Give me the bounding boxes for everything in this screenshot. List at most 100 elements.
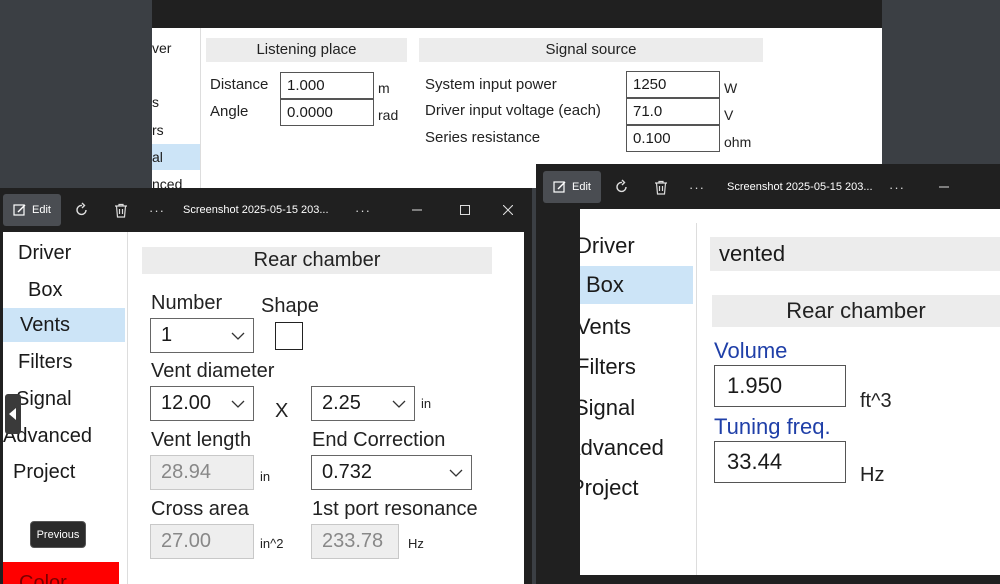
more-options-button[interactable]: ··· xyxy=(139,194,175,226)
chevron-down-icon xyxy=(231,332,245,340)
sidebar-item-vents[interactable]: Vents xyxy=(580,314,631,340)
sidebar-item-box[interactable]: Box xyxy=(580,266,693,304)
chevron-down-icon xyxy=(449,469,463,477)
number-select[interactable]: 1 xyxy=(150,318,254,353)
chevron-left-icon xyxy=(9,408,16,420)
sidebar-item-vents[interactable]: Vents xyxy=(3,308,125,342)
edit-label: Edit xyxy=(32,204,51,216)
title-more-button[interactable]: ··· xyxy=(345,194,381,226)
close-button[interactable] xyxy=(487,194,529,226)
power-label: System input power xyxy=(425,76,557,93)
tuning-freq-label: Tuning freq. xyxy=(714,414,831,439)
sidebar-item-driver[interactable]: ver xyxy=(152,40,200,60)
maximize-button[interactable] xyxy=(443,194,487,226)
close-icon xyxy=(503,205,513,215)
rotate-icon xyxy=(76,202,87,216)
volume-label: Volume xyxy=(714,338,788,363)
shape-label: Shape xyxy=(261,295,319,317)
distance-unit: m xyxy=(378,80,390,96)
rotate-button[interactable] xyxy=(61,194,103,226)
vent-diameter-select[interactable]: 12.00 xyxy=(150,386,254,421)
sidebar-item-project[interactable]: Project xyxy=(3,461,75,484)
cross-area-label: Cross area xyxy=(151,498,249,520)
number-label: Number xyxy=(151,292,223,314)
end-correction-label: End Correction xyxy=(312,429,446,451)
edit-button[interactable]: Edit xyxy=(3,194,61,226)
sidebar-item-advanced[interactable]: Advanced xyxy=(580,435,664,461)
vent-length-unit: in xyxy=(260,469,271,484)
cross-area-input: 27.00 xyxy=(150,524,254,559)
delete-button[interactable] xyxy=(643,171,679,203)
sidebar-item-signal[interactable]: al xyxy=(152,144,200,170)
sidebar-item-vents[interactable]: s xyxy=(152,94,200,114)
vent-diameter2-select[interactable]: 2.25 xyxy=(311,386,415,421)
vent-diameter2-value: 2.25 xyxy=(322,392,361,414)
sidebar-item-filters[interactable]: Filters xyxy=(3,351,72,374)
vent-length-label: Vent length xyxy=(151,429,252,451)
distance-input[interactable]: 1.000 xyxy=(280,72,374,99)
minimize-icon xyxy=(939,186,949,188)
color-swatch[interactable]: Color xyxy=(3,562,119,584)
top-window-titlebar xyxy=(152,0,882,28)
trash-icon xyxy=(655,180,667,195)
resistance-input[interactable]: 0.100 xyxy=(626,125,720,152)
volume-input[interactable]: 1.950 xyxy=(714,365,846,407)
vent-diameter-label: Vent diameter xyxy=(151,360,275,382)
chevron-down-icon xyxy=(392,400,406,408)
minimize-button[interactable] xyxy=(391,194,443,226)
voltage-input[interactable]: 71.0 xyxy=(626,98,720,125)
rotate-icon xyxy=(616,179,627,193)
resistance-unit: ohm xyxy=(724,134,752,150)
minimize-button[interactable] xyxy=(921,171,967,203)
right-divider xyxy=(696,223,697,575)
top-divider xyxy=(200,28,201,188)
voltage-unit: V xyxy=(724,107,734,123)
port-resonance-unit: Hz xyxy=(408,536,424,551)
port-resonance-label: 1st port resonance xyxy=(312,498,478,520)
delete-button[interactable] xyxy=(103,194,139,226)
sidebar-item-signal[interactable]: Signal xyxy=(580,395,635,421)
sidebar-item-filters[interactable]: Filters xyxy=(580,354,636,380)
x-label: X xyxy=(275,400,289,422)
sidebar-item-project[interactable]: Project xyxy=(580,475,638,501)
trash-icon xyxy=(115,203,127,218)
port-resonance-input: 233.78 xyxy=(311,524,399,559)
sidebar-item-advanced[interactable]: nced xyxy=(152,176,200,188)
signal-source-header: Signal source xyxy=(419,38,763,62)
previous-tooltip: Previous xyxy=(30,521,86,548)
sidebar-item-driver[interactable]: Driver xyxy=(580,233,635,259)
sidebar-item-driver[interactable]: Driver xyxy=(3,242,71,265)
rear-chamber-header: Rear chamber xyxy=(142,247,492,274)
top-sidebar: ver s rs al nced xyxy=(152,28,200,188)
sidebar-item-box[interactable]: Box xyxy=(3,279,62,302)
previous-button[interactable] xyxy=(5,394,21,434)
edit-label: Edit xyxy=(572,181,591,193)
more-options-button[interactable]: ··· xyxy=(679,171,715,203)
end-correction-value: 0.732 xyxy=(322,461,373,483)
power-input[interactable]: 1250 xyxy=(626,71,720,98)
title-more-button[interactable]: ··· xyxy=(879,171,915,203)
power-unit: W xyxy=(724,80,738,96)
sidebar-item-filters[interactable]: rs xyxy=(152,122,200,142)
angle-unit: rad xyxy=(378,107,399,123)
edit-icon xyxy=(13,204,26,216)
sidebar-item-box[interactable] xyxy=(152,68,200,88)
cross-area-unit: in^2 xyxy=(260,536,284,551)
window-title: Screenshot 2025-05-15 203... xyxy=(183,204,329,216)
tuning-freq-input[interactable]: 33.44 xyxy=(714,441,846,483)
edit-button[interactable]: Edit xyxy=(543,171,601,203)
right-window-content: Driver Box Vents Filters Signal Advanced… xyxy=(580,209,1000,575)
resistance-label: Series resistance xyxy=(425,129,541,146)
diameter-unit: in xyxy=(421,396,432,411)
number-value: 1 xyxy=(161,324,173,346)
angle-label: Angle xyxy=(210,103,249,120)
rear-chamber-header: Rear chamber xyxy=(712,295,1000,327)
box-type-field[interactable]: vented xyxy=(710,237,1000,271)
shape-checkbox[interactable] xyxy=(275,322,303,350)
left-window-titlebar: Edit ··· Screenshot 2025-05-15 203... ··… xyxy=(0,190,532,230)
end-correction-select[interactable]: 0.732 xyxy=(311,455,472,490)
rotate-button[interactable] xyxy=(601,171,643,203)
left-divider xyxy=(127,232,128,584)
angle-input[interactable]: 0.0000 xyxy=(280,99,374,126)
right-sidebar: Driver Box Vents Filters Signal Advanced… xyxy=(580,209,696,575)
